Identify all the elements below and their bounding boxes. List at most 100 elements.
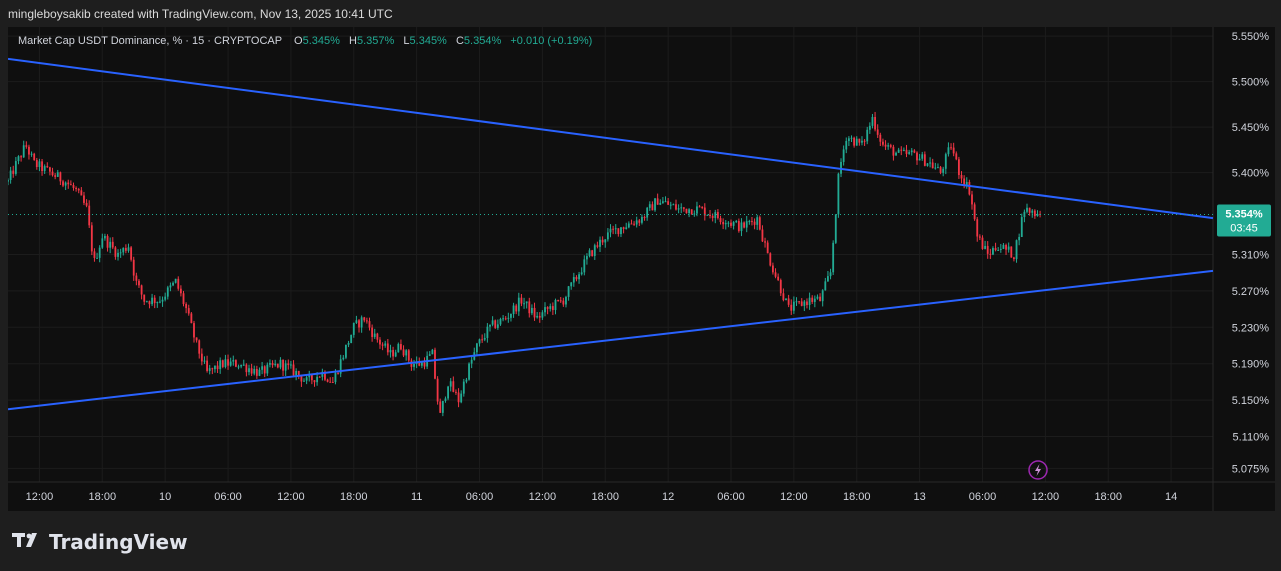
candle — [554, 298, 557, 315]
candle — [685, 208, 688, 214]
candle-body — [122, 247, 125, 253]
candle-body — [114, 247, 117, 257]
open-value: 5.345% — [302, 35, 340, 47]
candle-body — [135, 275, 138, 281]
candle — [756, 214, 759, 230]
candle — [892, 144, 895, 161]
candle-body — [460, 393, 463, 403]
candle-body — [434, 349, 436, 379]
candle-body — [688, 209, 691, 214]
lightning-icon[interactable] — [1028, 460, 1048, 480]
candle — [308, 370, 311, 382]
candlestick-chart[interactable]: 5.550% 5.500% 5.450% 5.400% 5.310% 5.270% 5.23… — [8, 27, 1275, 511]
candle-body — [950, 147, 952, 149]
candle-body — [232, 360, 235, 362]
candle-body — [143, 294, 146, 302]
symbol-name[interactable]: Market Cap USDT Dominance, % · 15 · CRYP… — [18, 35, 282, 47]
candle-body — [389, 350, 392, 353]
candle-body — [8, 180, 9, 182]
candle — [952, 142, 955, 157]
candle-body — [999, 248, 1002, 250]
candle-body — [984, 245, 987, 249]
candle — [732, 221, 735, 230]
candle-body — [1026, 207, 1028, 212]
candle — [874, 111, 876, 132]
candle — [434, 347, 436, 380]
candle — [541, 310, 544, 320]
candle — [75, 186, 78, 192]
candle-body — [761, 229, 764, 242]
candle-body — [677, 208, 680, 210]
candle — [617, 228, 620, 237]
candle — [588, 248, 591, 258]
candle-body — [929, 162, 932, 164]
candle-body — [777, 276, 780, 281]
candle-body — [455, 391, 457, 393]
candle — [777, 273, 780, 282]
candle — [54, 173, 57, 180]
candle-body — [659, 202, 662, 205]
candle — [468, 362, 470, 381]
chart-panel[interactable]: 5.550% 5.500% 5.450% 5.400% 5.310% 5.270% 5.23… — [8, 27, 1275, 511]
candle-body — [868, 125, 871, 130]
candle — [971, 190, 973, 210]
candle — [523, 297, 525, 309]
candle — [664, 196, 667, 203]
candle-body — [544, 307, 546, 313]
candle-body — [428, 354, 431, 356]
candle — [965, 177, 968, 189]
candle-body — [449, 381, 452, 387]
candle — [347, 340, 350, 348]
candle — [910, 148, 913, 156]
time-tick-label: 13 — [913, 491, 925, 503]
candle-body — [494, 320, 497, 328]
candle — [242, 359, 245, 366]
price-tick-label: 5.150% — [1232, 395, 1270, 407]
candle-body — [939, 167, 942, 173]
candle — [190, 312, 193, 324]
candle — [310, 373, 313, 385]
candle — [28, 144, 30, 160]
tradingview-logo[interactable]: TradingView — [12, 530, 188, 554]
candle — [46, 162, 49, 168]
candle — [858, 138, 861, 146]
candle-body — [164, 296, 167, 300]
candle — [494, 319, 497, 329]
candle — [305, 374, 308, 385]
candle-body — [706, 214, 709, 216]
candle — [174, 278, 177, 284]
candle-body — [766, 242, 769, 254]
current-price-badge: 5.354% 03:45 — [1217, 204, 1271, 237]
candle — [698, 205, 701, 208]
candle-body — [580, 272, 583, 275]
candle — [824, 277, 827, 291]
candle — [62, 179, 64, 188]
candle — [525, 301, 528, 309]
candle — [609, 224, 612, 238]
candle — [989, 248, 992, 259]
candle — [978, 234, 981, 241]
candle — [313, 380, 316, 387]
candle-body — [407, 350, 410, 361]
candle-body — [811, 297, 814, 302]
candle-body — [174, 278, 177, 283]
candle-body — [331, 381, 334, 383]
candle-body — [248, 368, 250, 373]
candle-body — [224, 359, 227, 367]
candle-body — [740, 222, 743, 232]
candle-body — [216, 365, 219, 370]
candle-body — [850, 137, 853, 139]
candle — [481, 334, 484, 343]
candle — [593, 243, 596, 260]
candle-body — [169, 285, 172, 288]
candle-body — [976, 219, 979, 237]
candle-body — [897, 149, 900, 153]
candle — [654, 197, 656, 212]
candle-body — [316, 376, 319, 383]
candle — [567, 285, 570, 301]
candle-body — [696, 206, 698, 214]
candle — [17, 155, 20, 165]
candle-body — [420, 362, 423, 366]
symbol-legend: Market Cap USDT Dominance, % · 15 · CRYP… — [18, 35, 592, 47]
candle-body — [269, 363, 271, 365]
